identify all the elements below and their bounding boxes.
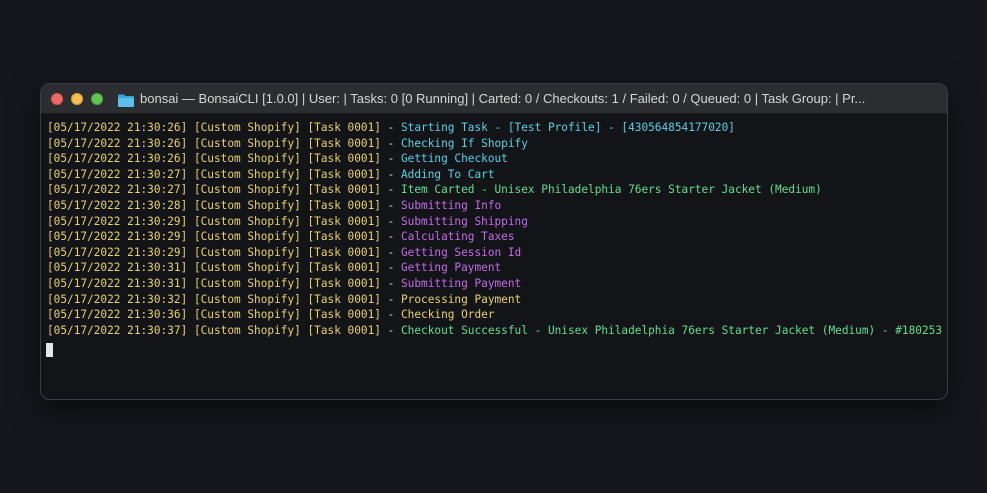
log-prefix: [05/17/2022 21:30:26] [Custom Shopify] [… (47, 152, 381, 166)
minimize-button[interactable] (71, 92, 83, 105)
log-line: [05/17/2022 21:30:27] [Custom Shopify] [… (47, 167, 942, 183)
log-line: [05/17/2022 21:30:29] [Custom Shopify] [… (47, 229, 942, 245)
log-message: Calculating Taxes (401, 230, 515, 244)
log-separator: - (380, 323, 401, 337)
log-separator: - (380, 136, 401, 150)
log-separator: - (380, 121, 401, 134)
log-prefix: [05/17/2022 21:30:31] [Custom Shopify] [… (47, 261, 381, 275)
log-prefix: [05/17/2022 21:30:36] [Custom Shopify] [… (47, 308, 381, 322)
log-line: [05/17/2022 21:30:37] [Custom Shopify] [… (47, 323, 942, 339)
log-line: [05/17/2022 21:30:32] [Custom Shopify] [… (47, 292, 942, 308)
log-separator: - (380, 183, 401, 197)
log-message: Starting Task - [Test Profile] - [430564… (401, 121, 735, 134)
log-message: Checkout Successful - Unisex Philadelphi… (401, 323, 942, 337)
log-message: Submitting Info (401, 198, 502, 212)
log-prefix: [05/17/2022 21:30:27] [Custom Shopify] [… (47, 183, 381, 197)
log-line: [05/17/2022 21:30:26] [Custom Shopify] [… (47, 151, 942, 167)
log-message: Submitting Payment (401, 276, 522, 290)
log-separator: - (380, 167, 401, 181)
log-separator: - (380, 214, 401, 228)
log-prefix: [05/17/2022 21:30:37] [Custom Shopify] [… (47, 323, 381, 337)
log-prefix: [05/17/2022 21:30:32] [Custom Shopify] [… (47, 292, 381, 306)
log-separator: - (380, 276, 401, 290)
log-prefix: [05/17/2022 21:30:29] [Custom Shopify] [… (47, 214, 381, 228)
log-prefix: [05/17/2022 21:30:26] [Custom Shopify] [… (47, 136, 381, 150)
log-prefix: [05/17/2022 21:30:29] [Custom Shopify] [… (47, 245, 381, 259)
log-prefix: [05/17/2022 21:30:28] [Custom Shopify] [… (47, 198, 381, 212)
window-title: bonsai — BonsaiCLI [1.0.0] | User: | Tas… (140, 91, 866, 106)
folder-icon (118, 92, 134, 107)
log-message: Checking Order (401, 308, 495, 322)
terminal-cursor (46, 343, 53, 357)
log-prefix: [05/17/2022 21:30:27] [Custom Shopify] [… (47, 167, 381, 181)
log-line: [05/17/2022 21:30:26] [Custom Shopify] [… (47, 120, 942, 136)
log-line: [05/17/2022 21:30:31] [Custom Shopify] [… (47, 276, 942, 292)
log-separator: - (380, 198, 401, 212)
terminal-output[interactable]: [05/17/2022 21:30:26] [Custom Shopify] [… (47, 120, 942, 338)
log-separator: - (380, 230, 401, 244)
log-separator: - (380, 245, 401, 259)
maximize-button[interactable] (91, 92, 103, 105)
log-line: [05/17/2022 21:30:27] [Custom Shopify] [… (47, 182, 942, 198)
log-message: Getting Payment (401, 261, 502, 275)
log-separator: - (380, 308, 401, 322)
log-separator: - (380, 261, 401, 275)
log-line: [05/17/2022 21:30:26] [Custom Shopify] [… (47, 136, 942, 152)
log-line: [05/17/2022 21:30:28] [Custom Shopify] [… (47, 198, 942, 214)
log-prefix: [05/17/2022 21:30:26] [Custom Shopify] [… (47, 121, 381, 134)
log-message: Adding To Cart (401, 167, 495, 181)
log-prefix: [05/17/2022 21:30:31] [Custom Shopify] [… (47, 276, 381, 290)
title-bar[interactable]: bonsai — BonsaiCLI [1.0.0] | User: | Tas… (41, 84, 947, 114)
log-prefix: [05/17/2022 21:30:29] [Custom Shopify] [… (47, 230, 381, 244)
log-message: Item Carted - Unisex Philadelphia 76ers … (401, 183, 822, 197)
log-line: [05/17/2022 21:30:36] [Custom Shopify] [… (47, 307, 942, 323)
log-separator: - (380, 152, 401, 166)
log-message: Getting Checkout (401, 152, 508, 166)
log-line: [05/17/2022 21:30:29] [Custom Shopify] [… (47, 245, 942, 261)
log-message: Processing Payment (401, 292, 522, 306)
log-line: [05/17/2022 21:30:29] [Custom Shopify] [… (47, 214, 942, 230)
log-line: [05/17/2022 21:30:31] [Custom Shopify] [… (47, 260, 942, 276)
log-separator: - (380, 292, 401, 306)
log-message: Getting Session Id (401, 245, 522, 259)
log-message: Checking If Shopify (401, 136, 528, 150)
window-controls (51, 92, 111, 105)
log-message: Submitting Shipping (401, 214, 528, 228)
close-button[interactable] (51, 92, 63, 105)
terminal-window: bonsai — BonsaiCLI [1.0.0] | User: | Tas… (40, 83, 948, 400)
